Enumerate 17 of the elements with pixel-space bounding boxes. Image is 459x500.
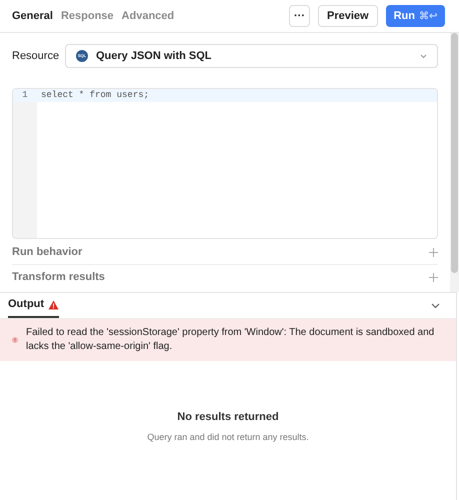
more-button[interactable]: ··· [289,5,310,27]
empty-subtitle: Query ran and did not return any results. [147,430,309,444]
plus-icon[interactable] [429,248,438,256]
preview-button[interactable]: Preview [318,5,378,27]
error-icon [12,336,18,344]
code-line: select * from users; [40,89,150,102]
section-title: Run behavior [12,244,84,260]
chevron-down-icon [420,54,427,58]
line-number: 1 [21,89,29,102]
section-title: Transform results [12,270,106,286]
tab[interactable]: General [12,8,53,24]
chevron-icon[interactable] [431,302,440,308]
plus-icon[interactable] [429,273,438,282]
resource-label: Resource [12,48,57,64]
empty-title: No results returned [177,410,279,425]
error-message: Failed to read the 'sessionStorage' property from 'Window': The document is sandboxed and lacks the 'allow-same-origin' flag. [26,326,436,354]
run-button[interactable]: Run ⌘↩ [386,5,445,27]
